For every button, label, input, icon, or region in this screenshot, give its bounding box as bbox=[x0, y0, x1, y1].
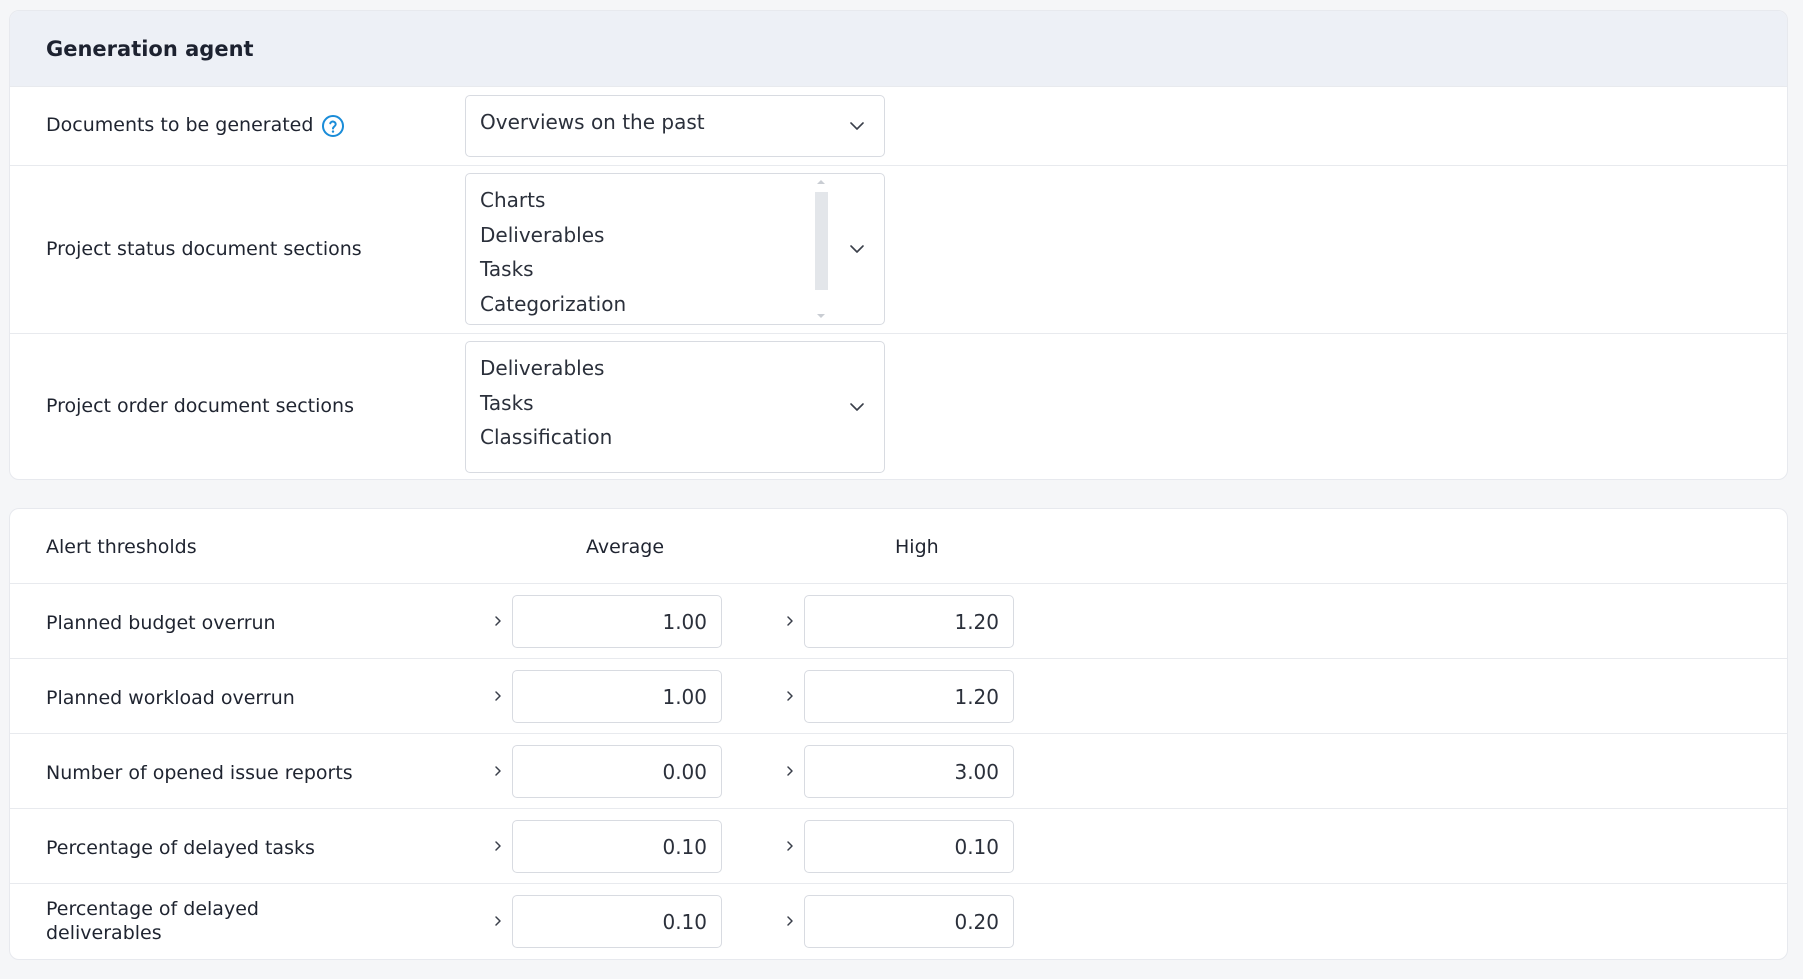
thresholds-header: Alert thresholds Average High bbox=[10, 509, 1787, 584]
thresholds-rows: Planned budget overrun Planned workload o… bbox=[10, 584, 1787, 959]
order-sections-options: Deliverables Tasks Classification bbox=[466, 342, 884, 455]
threshold-label: Planned workload overrun bbox=[46, 687, 295, 709]
scroll-thumb[interactable] bbox=[815, 192, 828, 290]
order-sections-label: Project order document sections bbox=[46, 395, 354, 417]
help-icon[interactable] bbox=[321, 114, 345, 138]
documents-selected-value: Overviews on the past bbox=[480, 110, 705, 134]
chevron-right-icon bbox=[495, 766, 501, 776]
threshold-row: Planned budget overrun bbox=[10, 584, 1787, 659]
threshold-row: Planned workload overrun bbox=[10, 659, 1787, 734]
chevron-right-icon bbox=[495, 916, 501, 926]
threshold-row: Number of opened issue reports bbox=[10, 734, 1787, 809]
average-threshold-input[interactable] bbox=[512, 895, 722, 948]
average-threshold-input[interactable] bbox=[512, 595, 722, 648]
documents-row: Documents to be generated Overviews on t… bbox=[10, 86, 1787, 165]
alert-thresholds-card: Alert thresholds Average High Planned bu… bbox=[9, 508, 1788, 960]
status-sections-label: Project status document sections bbox=[46, 238, 362, 260]
status-sections-listbox[interactable]: Charts Deliverables Tasks Categorization bbox=[465, 173, 885, 325]
threshold-label: Percentage of delayed deliverables bbox=[46, 898, 259, 944]
column-average: Average bbox=[586, 536, 665, 558]
high-threshold-input[interactable] bbox=[804, 595, 1014, 648]
threshold-row: Percentage of delayed deliverables bbox=[10, 884, 1787, 959]
documents-select[interactable]: Overviews on the past bbox=[465, 95, 885, 157]
chevron-right-icon bbox=[495, 691, 501, 701]
average-threshold-input[interactable] bbox=[512, 745, 722, 798]
high-threshold-input[interactable] bbox=[804, 895, 1014, 948]
chevron-right-icon bbox=[787, 841, 793, 851]
status-sections-row: Project status document sections Charts D… bbox=[10, 165, 1787, 333]
order-section-option[interactable]: Deliverables bbox=[466, 351, 884, 386]
high-threshold-input[interactable] bbox=[804, 745, 1014, 798]
documents-label: Documents to be generated bbox=[46, 114, 314, 136]
chevron-down-icon bbox=[850, 122, 864, 130]
scroll-up-icon[interactable] bbox=[817, 180, 825, 184]
threshold-label: Planned budget overrun bbox=[46, 612, 276, 634]
average-threshold-input[interactable] bbox=[512, 820, 722, 873]
chevron-right-icon bbox=[495, 616, 501, 626]
threshold-row: Percentage of delayed tasks bbox=[10, 809, 1787, 884]
average-threshold-input[interactable] bbox=[512, 670, 722, 723]
column-high: High bbox=[895, 536, 939, 558]
chevron-down-icon bbox=[850, 245, 864, 253]
chevron-down-icon bbox=[850, 403, 864, 411]
threshold-label: Percentage of delayed tasks bbox=[46, 837, 315, 859]
chevron-right-icon bbox=[787, 691, 793, 701]
chevron-right-icon bbox=[787, 916, 793, 926]
order-sections-listbox[interactable]: Deliverables Tasks Classification bbox=[465, 341, 885, 473]
chevron-right-icon bbox=[787, 616, 793, 626]
chevron-right-icon bbox=[787, 766, 793, 776]
high-threshold-input[interactable] bbox=[804, 820, 1014, 873]
order-sections-row: Project order document sections Delivera… bbox=[10, 333, 1787, 479]
threshold-label: Number of opened issue reports bbox=[46, 762, 353, 784]
scroll-down-icon[interactable] bbox=[817, 314, 825, 318]
chevron-right-icon bbox=[495, 841, 501, 851]
high-threshold-input[interactable] bbox=[804, 670, 1014, 723]
status-sections-scrollbar[interactable] bbox=[815, 180, 828, 318]
card-title: Generation agent bbox=[10, 11, 1787, 86]
order-section-option[interactable]: Tasks bbox=[466, 386, 884, 421]
thresholds-title: Alert thresholds bbox=[46, 536, 197, 558]
order-section-option[interactable]: Classification bbox=[466, 420, 884, 455]
generation-agent-card: Generation agent Documents to be generat… bbox=[9, 10, 1788, 480]
